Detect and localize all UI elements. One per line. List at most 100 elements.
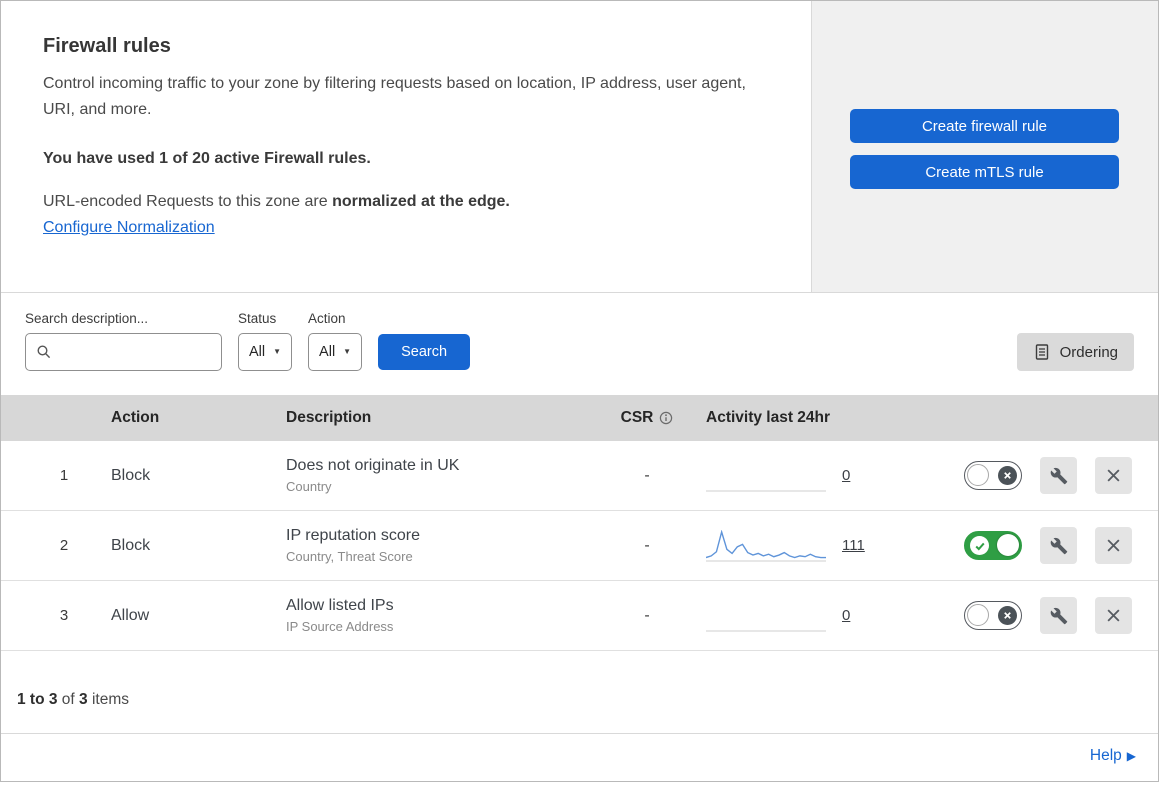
rule-csr-value: - (644, 606, 650, 624)
page-title: Firewall rules (43, 35, 171, 57)
toggle-knob (967, 604, 989, 626)
rule-controls (932, 457, 1158, 494)
x-icon (998, 466, 1017, 485)
search-button[interactable]: Search (378, 334, 471, 370)
search-filter-group: Search description... (25, 311, 222, 371)
activity-sparkline (706, 630, 826, 631)
configure-rule-button[interactable] (1040, 457, 1077, 494)
delete-rule-button[interactable] (1095, 457, 1132, 494)
create-mtls-rule-button[interactable]: Create mTLS rule (850, 155, 1119, 189)
close-icon (1107, 469, 1120, 482)
table-row: 2 Block IP reputation score Country, Thr… (1, 511, 1158, 581)
normalization-note: URL-encoded Requests to this zone are no… (43, 193, 781, 211)
search-icon (37, 345, 51, 359)
rule-priority: 3 (59, 607, 69, 624)
rule-criteria: Country, Threat Score (286, 549, 413, 564)
table-row: 3 Allow Allow listed IPs IP Source Addre… (1, 581, 1158, 651)
action-filter-select[interactable]: All ▼ (308, 333, 363, 371)
firewall-rules-page: Firewall rules Control incoming traffic … (0, 0, 1159, 782)
page-description: Control incoming traffic to your zone by… (43, 75, 746, 118)
check-icon (970, 536, 989, 555)
rule-action: Block (111, 466, 151, 484)
activity-count-link[interactable]: 0 (842, 607, 850, 624)
rule-priority: 2 (59, 537, 69, 554)
help-link-label: Help (1089, 747, 1122, 764)
items-range: 1 to 3 (17, 691, 58, 708)
rule-description-text: IP reputation score (286, 527, 421, 544)
rule-controls (932, 597, 1158, 634)
csr-column-header: CSR (602, 409, 692, 427)
rule-activity: 0 (692, 600, 932, 632)
activity-sparkline (706, 490, 826, 491)
csr-header-label: CSR (620, 409, 654, 426)
rule-csr-value: - (644, 466, 650, 484)
status-filter-value: All (249, 344, 266, 360)
rule-description-text: Does not originate in UK (286, 457, 460, 474)
header-section: Firewall rules Control incoming traffic … (1, 1, 1158, 293)
header-content: Firewall rules Control incoming traffic … (1, 1, 811, 292)
rule-criteria: Country (286, 479, 332, 494)
rule-activity: 0 (692, 460, 932, 492)
activity-count-link[interactable]: 0 (842, 467, 850, 484)
description-column-header: Description (286, 409, 372, 426)
action-filter-value: All (319, 344, 336, 360)
rule-description: IP reputation score Country, Threat Scor… (272, 527, 602, 564)
normalization-bold: normalized at the edge. (332, 192, 510, 210)
rule-description: Does not originate in UK Country (272, 457, 602, 494)
rule-activity: 111 (692, 529, 932, 562)
rule-priority: 1 (59, 467, 69, 484)
create-firewall-rule-button[interactable]: Create firewall rule (850, 109, 1119, 143)
activity-sparkline (706, 529, 826, 561)
rule-enabled-toggle[interactable] (964, 461, 1022, 490)
rule-action: Allow (111, 606, 150, 624)
chevron-down-icon: ▼ (273, 347, 282, 356)
items-total: 3 (79, 691, 88, 708)
items-label: items (87, 691, 129, 708)
table-row: 1 Block Does not originate in UK Country… (1, 441, 1158, 511)
action-filter-group: Action All ▼ (308, 311, 363, 371)
rule-enabled-toggle[interactable] (964, 531, 1022, 560)
wrench-icon (1050, 467, 1067, 484)
list-document-icon (1035, 344, 1048, 360)
delete-rule-button[interactable] (1095, 597, 1132, 634)
normalization-text: URL-encoded Requests to this zone are (43, 192, 333, 210)
action-label: Action (308, 311, 346, 326)
rule-description: Allow listed IPs IP Source Address (272, 597, 602, 634)
action-column-header: Action (111, 409, 160, 426)
status-label: Status (238, 311, 277, 326)
toggle-knob (967, 464, 989, 486)
table-header: Action Description CSR Activity last 24h… (1, 395, 1158, 441)
status-filter-group: Status All ▼ (238, 311, 293, 371)
search-label: Search description... (25, 311, 149, 326)
rule-description-text: Allow listed IPs (286, 597, 394, 614)
header-actions-panel: Create firewall rule Create mTLS rule (811, 1, 1158, 292)
info-icon[interactable] (659, 411, 673, 425)
arrow-right-icon: ▶ (1126, 749, 1136, 763)
x-icon (998, 606, 1017, 625)
close-icon (1107, 609, 1120, 622)
activity-count-link[interactable]: 111 (842, 537, 865, 554)
configure-rule-button[interactable] (1040, 597, 1077, 634)
search-input-box (25, 333, 222, 371)
rule-action: Block (111, 536, 151, 554)
rule-controls (932, 527, 1158, 564)
activity-column-header: Activity last 24hr (706, 409, 831, 426)
ordering-button[interactable]: Ordering (1016, 333, 1134, 371)
rule-csr-value: - (644, 536, 650, 554)
delete-rule-button[interactable] (1095, 527, 1132, 564)
configure-rule-button[interactable] (1040, 527, 1077, 564)
wrench-icon (1050, 537, 1067, 554)
filter-bar: Search description... Status All ▼ Action… (1, 293, 1158, 395)
ordering-button-label: Ordering (1059, 343, 1118, 361)
wrench-icon (1050, 607, 1067, 624)
toggle-knob (997, 534, 1019, 556)
search-input[interactable] (59, 343, 213, 361)
close-icon (1107, 539, 1120, 552)
configure-normalization-link[interactable]: Configure Normalization (43, 219, 215, 237)
status-filter-select[interactable]: All ▼ (238, 333, 293, 371)
chevron-down-icon: ▼ (343, 347, 352, 356)
rule-enabled-toggle[interactable] (964, 601, 1022, 630)
pagination-summary: 1 to 3 of 3 items (1, 651, 1158, 733)
usage-note: You have used 1 of 20 active Firewall ru… (43, 149, 371, 167)
help-link[interactable]: Help ▶ (1090, 747, 1136, 764)
